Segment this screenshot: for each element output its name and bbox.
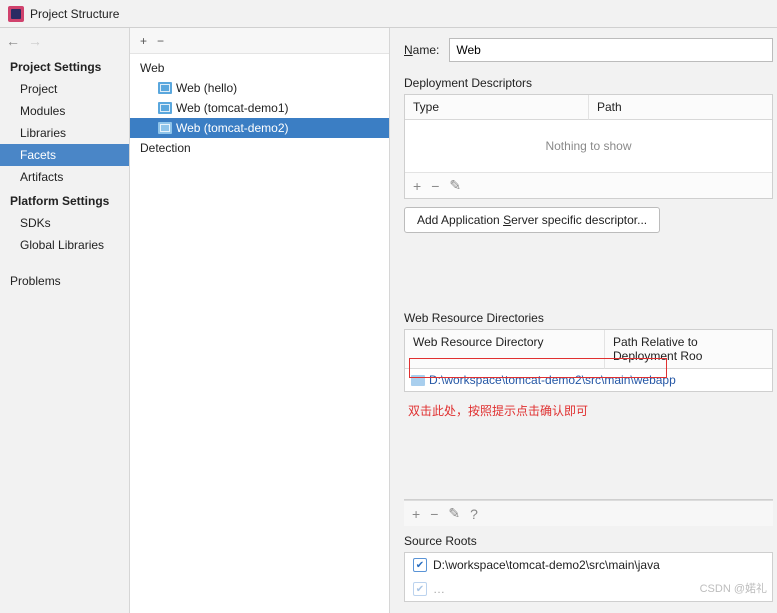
checkbox-icon[interactable]: ✔ <box>413 558 427 572</box>
window-title: Project Structure <box>30 7 119 21</box>
facets-tree-panel: + − Web Web (hello) Web (tomcat-demo1) W… <box>130 28 390 613</box>
platform-settings-title: Platform Settings <box>0 188 129 212</box>
app-icon <box>8 6 24 22</box>
dd-col-type: Type <box>405 95 589 120</box>
web-facet-icon <box>158 82 172 94</box>
remove-icon[interactable]: − <box>157 34 164 48</box>
dd-col-path: Path <box>589 95 772 120</box>
checkbox-icon[interactable]: ✔ <box>413 582 427 596</box>
sidebar: ← → Project Settings Project Modules Lib… <box>0 28 130 613</box>
sidebar-item-sdks[interactable]: SDKs <box>0 212 129 234</box>
dd-toolbar: + − ✎ <box>405 172 772 198</box>
back-icon[interactable]: ← <box>6 33 20 49</box>
remove-icon[interactable]: − <box>431 178 439 194</box>
deployment-descriptors-title: Deployment Descriptors <box>404 76 773 90</box>
tree-item-web-tomcat2[interactable]: Web (tomcat-demo2) <box>130 118 389 138</box>
tree-item-web-hello[interactable]: Web (hello) <box>130 78 389 98</box>
source-root-path: D:\workspace\tomcat-demo2\src\main\java <box>433 558 660 572</box>
nav-arrows: ← → <box>0 28 129 54</box>
web-resource-dirs-title: Web Resource Directories <box>404 311 773 325</box>
sidebar-item-libraries[interactable]: Libraries <box>0 122 129 144</box>
web-facet-icon <box>158 122 172 134</box>
add-app-server-descriptor-button[interactable]: Add Application Server specific descript… <box>404 207 660 233</box>
annotation-text: 双击此处，按照提示点击确认即可 <box>408 402 773 419</box>
sidebar-item-facets[interactable]: Facets <box>0 144 129 166</box>
remove-icon[interactable]: − <box>430 506 438 522</box>
sidebar-item-modules[interactable]: Modules <box>0 100 129 122</box>
web-resource-dirs-table: Web Resource Directory Path Relative to … <box>404 329 773 392</box>
dd-empty-text: Nothing to show <box>405 120 772 172</box>
source-root-row[interactable]: ✔ D:\workspace\tomcat-demo2\src\main\jav… <box>405 553 772 577</box>
main-panel: Name: Deployment Descriptors Type Path N… <box>390 28 777 613</box>
wr-toolbar-table: + − ✎ ? <box>404 499 773 526</box>
tree-item-web-tomcat1[interactable]: Web (tomcat-demo1) <box>130 98 389 118</box>
add-icon[interactable]: + <box>140 34 147 48</box>
web-facet-icon <box>158 102 172 114</box>
edit-icon[interactable]: ✎ <box>448 505 460 522</box>
add-icon[interactable]: + <box>412 506 420 522</box>
name-field[interactable] <box>449 38 773 62</box>
annotation-box <box>409 358 667 378</box>
edit-icon[interactable]: ✎ <box>449 177 461 194</box>
project-settings-title: Project Settings <box>0 54 129 78</box>
sidebar-item-problems[interactable]: Problems <box>0 270 129 292</box>
tree-node-web[interactable]: Web <box>130 58 389 78</box>
deployment-descriptors-table: Type Path Nothing to show + − ✎ <box>404 94 773 199</box>
sidebar-item-artifacts[interactable]: Artifacts <box>0 166 129 188</box>
sidebar-item-global-libraries[interactable]: Global Libraries <box>0 234 129 256</box>
add-icon[interactable]: + <box>413 178 421 194</box>
tree-node-detection[interactable]: Detection <box>130 138 389 158</box>
name-label: Name: <box>404 43 439 57</box>
forward-icon[interactable]: → <box>28 33 42 49</box>
tree-toolbar: + − <box>130 28 389 54</box>
watermark: CSDN @婼礼 <box>700 580 767 596</box>
source-roots-title: Source Roots <box>404 534 773 548</box>
help-icon[interactable]: ? <box>470 506 478 522</box>
titlebar: Project Structure <box>0 0 777 28</box>
sidebar-item-project[interactable]: Project <box>0 78 129 100</box>
